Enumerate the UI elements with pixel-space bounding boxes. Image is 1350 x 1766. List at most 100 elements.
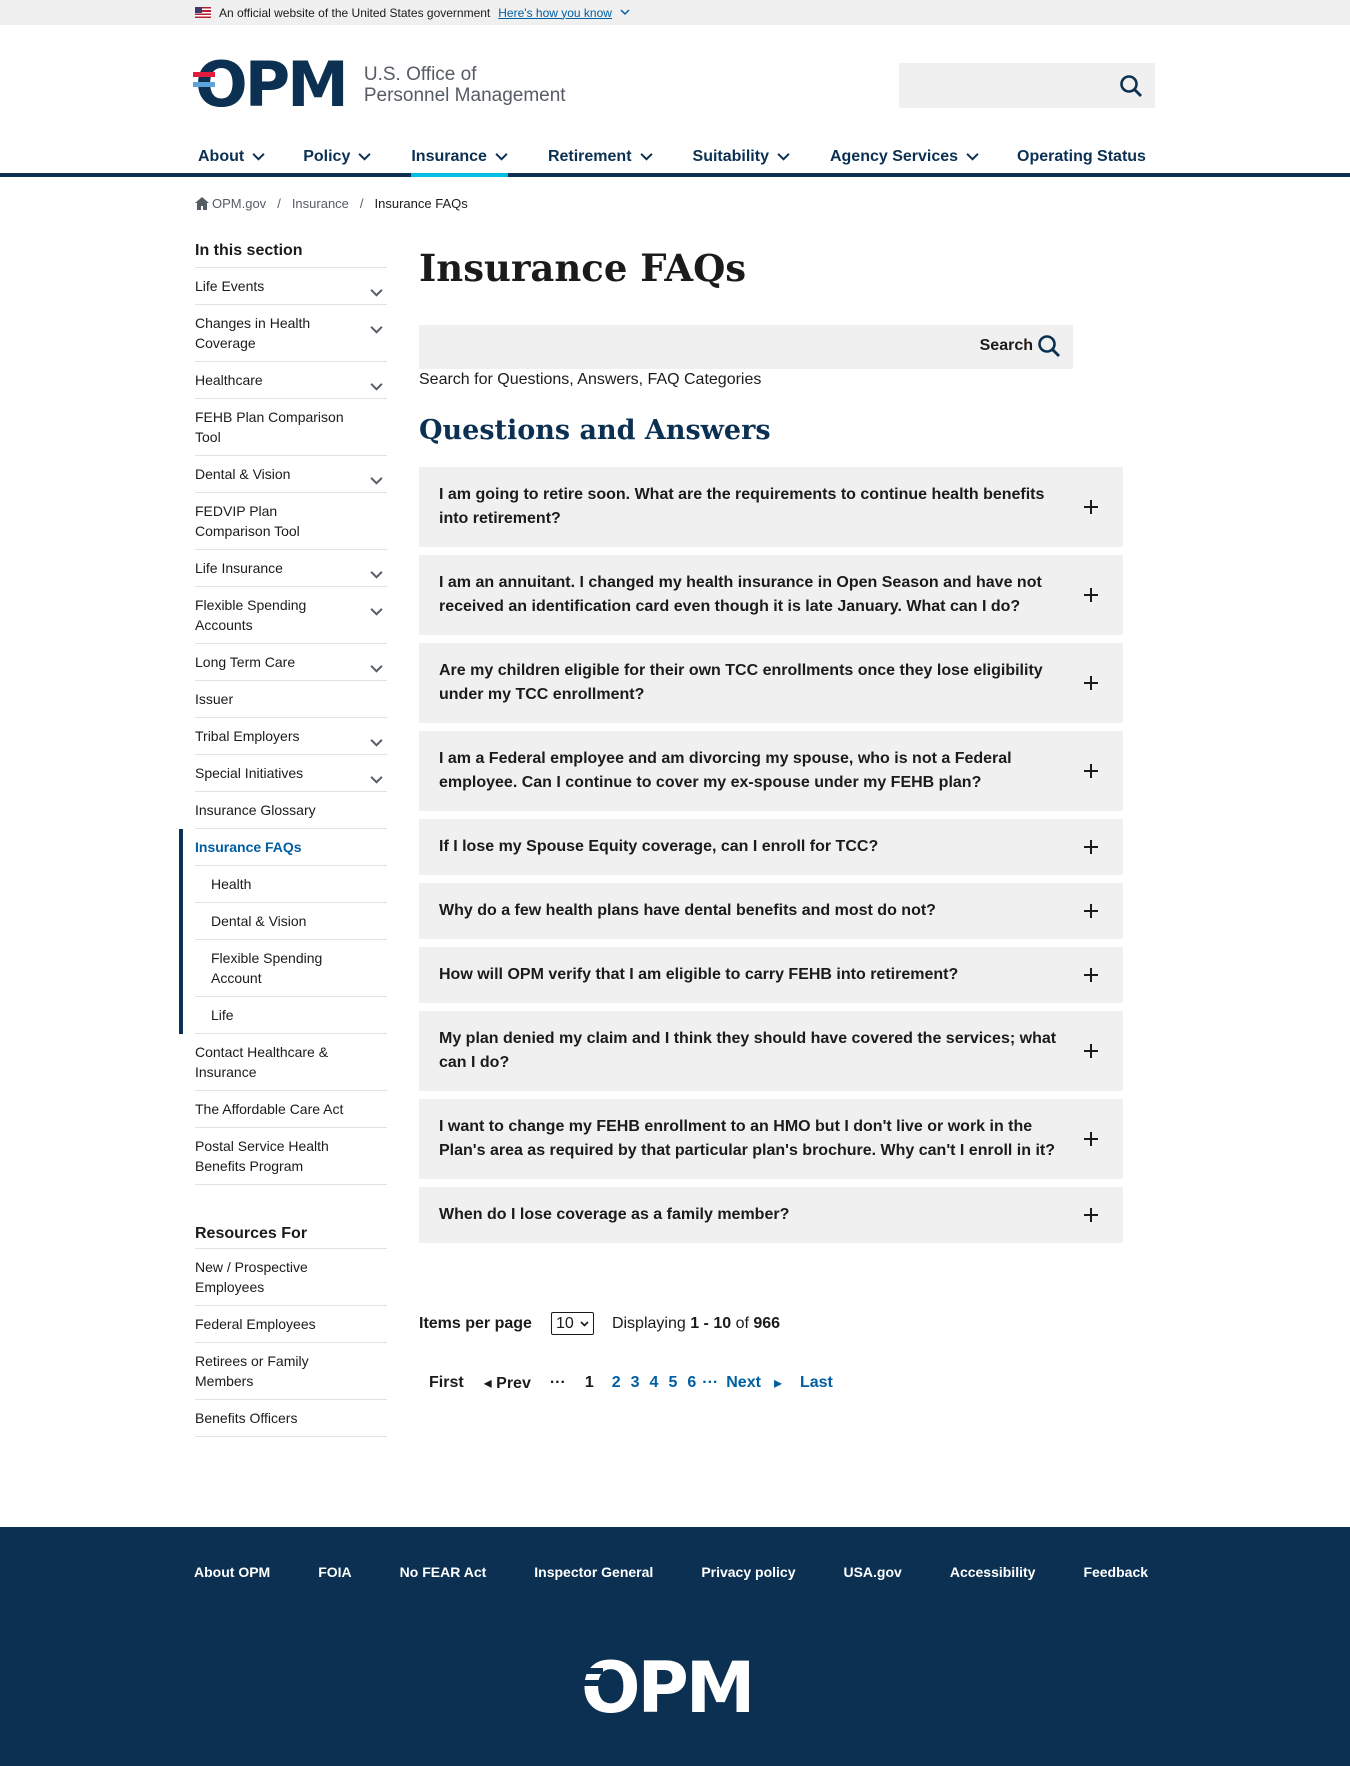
nav-item-about[interactable]: About bbox=[198, 141, 265, 173]
pager-next[interactable]: Next bbox=[726, 1374, 761, 1392]
displaying-text: Displaying 1 - 10 of 966 bbox=[611, 1314, 781, 1332]
pager-prev[interactable]: ◂ Prev bbox=[484, 1373, 531, 1393]
sidebar-item-contact-healthcare-insurance[interactable]: Contact Healthcare & Insurance bbox=[195, 1034, 387, 1091]
how-you-know-link[interactable]: Here's how you know bbox=[498, 6, 612, 20]
pager-page-2[interactable]: 2 bbox=[612, 1374, 621, 1392]
sidebar-item-postal-service-health-benefits-program[interactable]: Postal Service Health Benefits Program bbox=[195, 1128, 387, 1185]
footer-link-usa-gov[interactable]: USA.gov bbox=[843, 1564, 901, 1580]
faq-accordion-item[interactable]: When do I lose coverage as a family memb… bbox=[419, 1187, 1123, 1243]
pager-next-arrow[interactable]: ▸ bbox=[774, 1373, 782, 1393]
sidebar-item-issuer[interactable]: Issuer bbox=[195, 681, 387, 718]
sidebar-item-insurance-faqs[interactable]: Insurance FAQs bbox=[195, 829, 387, 866]
footer-link-no-fear-act[interactable]: No FEAR Act bbox=[400, 1564, 487, 1580]
chevron-down-icon bbox=[358, 148, 371, 166]
sidebar-subitem-flexible-spending-account[interactable]: Flexible Spending Account bbox=[195, 940, 387, 997]
pager-first[interactable]: First bbox=[429, 1374, 464, 1392]
sidebar-item-changes-in-health-coverage[interactable]: Changes in Health Coverage bbox=[195, 305, 387, 362]
nav-item-suitability[interactable]: Suitability bbox=[693, 141, 790, 173]
sidebar-item-life-insurance[interactable]: Life Insurance bbox=[195, 550, 387, 587]
faq-question: My plan denied my claim and I think they… bbox=[439, 1030, 1057, 1071]
chevron-down-icon[interactable] bbox=[370, 732, 383, 752]
plus-icon[interactable] bbox=[1083, 967, 1099, 991]
sidebar-subitem-dental-vision[interactable]: Dental & Vision bbox=[195, 903, 387, 940]
faq-accordion-item[interactable]: Why do a few health plans have dental be… bbox=[419, 883, 1123, 939]
resource-item-retirees-or-family-members[interactable]: Retirees or Family Members bbox=[195, 1343, 387, 1400]
faq-accordion-item[interactable]: Are my children eligible for their own T… bbox=[419, 643, 1123, 723]
chevron-down-icon[interactable] bbox=[370, 564, 383, 584]
sidebar-item-long-term-care[interactable]: Long Term Care bbox=[195, 644, 387, 681]
plus-icon[interactable] bbox=[1083, 499, 1099, 523]
pager-page-4[interactable]: 4 bbox=[650, 1374, 659, 1392]
items-per-page-select[interactable]: 10 bbox=[550, 1312, 594, 1335]
faq-search-input[interactable]: Search bbox=[419, 325, 1073, 369]
resource-item-federal-employees[interactable]: Federal Employees bbox=[195, 1306, 387, 1343]
pager-page-6[interactable]: 6 bbox=[687, 1374, 696, 1392]
sidebar-item-dental-vision[interactable]: Dental & Vision bbox=[195, 456, 387, 493]
faq-accordion-item[interactable]: If I lose my Spouse Equity coverage, can… bbox=[419, 819, 1123, 875]
breadcrumb-separator: / bbox=[277, 196, 281, 211]
nav-item-agency-services[interactable]: Agency Services bbox=[830, 141, 979, 173]
sidebar-item-flexible-spending-accounts[interactable]: Flexible Spending Accounts bbox=[195, 587, 387, 644]
footer-opm-logo[interactable]: OPM bbox=[579, 1653, 755, 1723]
sidebar-item-insurance-glossary[interactable]: Insurance Glossary bbox=[195, 792, 387, 829]
plus-icon[interactable] bbox=[1083, 1043, 1099, 1067]
resource-item-benefits-officers[interactable]: Benefits Officers bbox=[195, 1400, 387, 1437]
sidebar-item-tribal-employers[interactable]: Tribal Employers bbox=[195, 718, 387, 755]
nav-item-insurance[interactable]: Insurance bbox=[411, 141, 508, 177]
nav-item-retirement[interactable]: Retirement bbox=[548, 141, 653, 173]
chevron-down-icon[interactable] bbox=[370, 601, 383, 621]
footer-link-accessibility[interactable]: Accessibility bbox=[950, 1564, 1036, 1580]
sidebar-item-label: FEHB Plan Comparison Tool bbox=[195, 409, 344, 445]
pager-page-3[interactable]: 3 bbox=[631, 1374, 640, 1392]
faq-accordion-item[interactable]: My plan denied my claim and I think they… bbox=[419, 1011, 1123, 1091]
chevron-down-icon[interactable] bbox=[370, 282, 383, 302]
sidebar-item-fedvip-plan-comparison-tool[interactable]: FEDVIP Plan Comparison Tool bbox=[195, 493, 387, 550]
chevron-down-icon[interactable] bbox=[370, 658, 383, 678]
breadcrumb-insurance[interactable]: Insurance bbox=[292, 196, 349, 211]
opm-logo-link[interactable]: OPM U.S. Office of Personnel Management bbox=[193, 54, 566, 116]
faq-accordion-item[interactable]: How will OPM verify that I am eligible t… bbox=[419, 947, 1123, 1003]
faq-accordion-item[interactable]: I am an annuitant. I changed my health i… bbox=[419, 555, 1123, 635]
footer-link-feedback[interactable]: Feedback bbox=[1083, 1564, 1148, 1580]
pager-last[interactable]: Last bbox=[800, 1374, 833, 1392]
plus-icon[interactable] bbox=[1083, 675, 1099, 699]
header-search-input[interactable] bbox=[899, 63, 1155, 108]
faq-search-button[interactable]: Search bbox=[980, 334, 1061, 358]
footer-link-privacy-policy[interactable]: Privacy policy bbox=[701, 1564, 795, 1580]
faq-accordion-item[interactable]: I want to change my FEHB enrollment to a… bbox=[419, 1099, 1123, 1179]
plus-icon[interactable] bbox=[1083, 839, 1099, 863]
faq-accordion-item[interactable]: I am going to retire soon. What are the … bbox=[419, 467, 1123, 547]
plus-icon[interactable] bbox=[1083, 1207, 1099, 1231]
nav-item-label: About bbox=[198, 148, 245, 165]
faq-accordion-item[interactable]: I am a Federal employee and am divorcing… bbox=[419, 731, 1123, 811]
plus-icon[interactable] bbox=[1083, 763, 1099, 787]
sidebar-item-life-events[interactable]: Life Events bbox=[195, 268, 387, 305]
chevron-down-icon bbox=[966, 148, 979, 166]
sidebar-subitem-health[interactable]: Health bbox=[195, 866, 387, 903]
pager-page-5[interactable]: 5 bbox=[668, 1374, 677, 1392]
plus-icon[interactable] bbox=[1083, 587, 1099, 611]
sidebar-item-special-initiatives[interactable]: Special Initiatives bbox=[195, 755, 387, 792]
footer-link-about-opm[interactable]: About OPM bbox=[194, 1564, 270, 1580]
chevron-down-icon[interactable] bbox=[370, 769, 383, 789]
search-icon[interactable] bbox=[1119, 74, 1143, 98]
chevron-down-icon[interactable] bbox=[370, 319, 383, 339]
footer-link-inspector-general[interactable]: Inspector General bbox=[534, 1564, 653, 1580]
sidebar-subitem-life[interactable]: Life bbox=[195, 997, 387, 1034]
nav-item-policy[interactable]: Policy bbox=[303, 141, 371, 173]
chevron-down-icon[interactable] bbox=[370, 470, 383, 490]
sidebar-item-label: Healthcare bbox=[195, 372, 263, 388]
resource-item-new-prospective-employees[interactable]: New / Prospective Employees bbox=[195, 1249, 387, 1306]
sidebar-item-label: FEDVIP Plan Comparison Tool bbox=[195, 503, 300, 539]
sidebar-item-healthcare[interactable]: Healthcare bbox=[195, 362, 387, 399]
footer-link-foia[interactable]: FOIA bbox=[318, 1564, 351, 1580]
sidebar-item-the-affordable-care-act[interactable]: The Affordable Care Act bbox=[195, 1091, 387, 1128]
sidebar-item-fehb-plan-comparison-tool[interactable]: FEHB Plan Comparison Tool bbox=[195, 399, 387, 456]
chevron-down-icon[interactable] bbox=[370, 376, 383, 396]
plus-icon[interactable] bbox=[1083, 903, 1099, 927]
sidebar-item-label: Special Initiatives bbox=[195, 765, 304, 781]
breadcrumb-home[interactable]: OPM.gov bbox=[212, 196, 266, 211]
sidebar-item-label: Issuer bbox=[195, 691, 234, 707]
plus-icon[interactable] bbox=[1083, 1131, 1099, 1155]
nav-item-operating-status[interactable]: Operating Status bbox=[1017, 141, 1146, 173]
